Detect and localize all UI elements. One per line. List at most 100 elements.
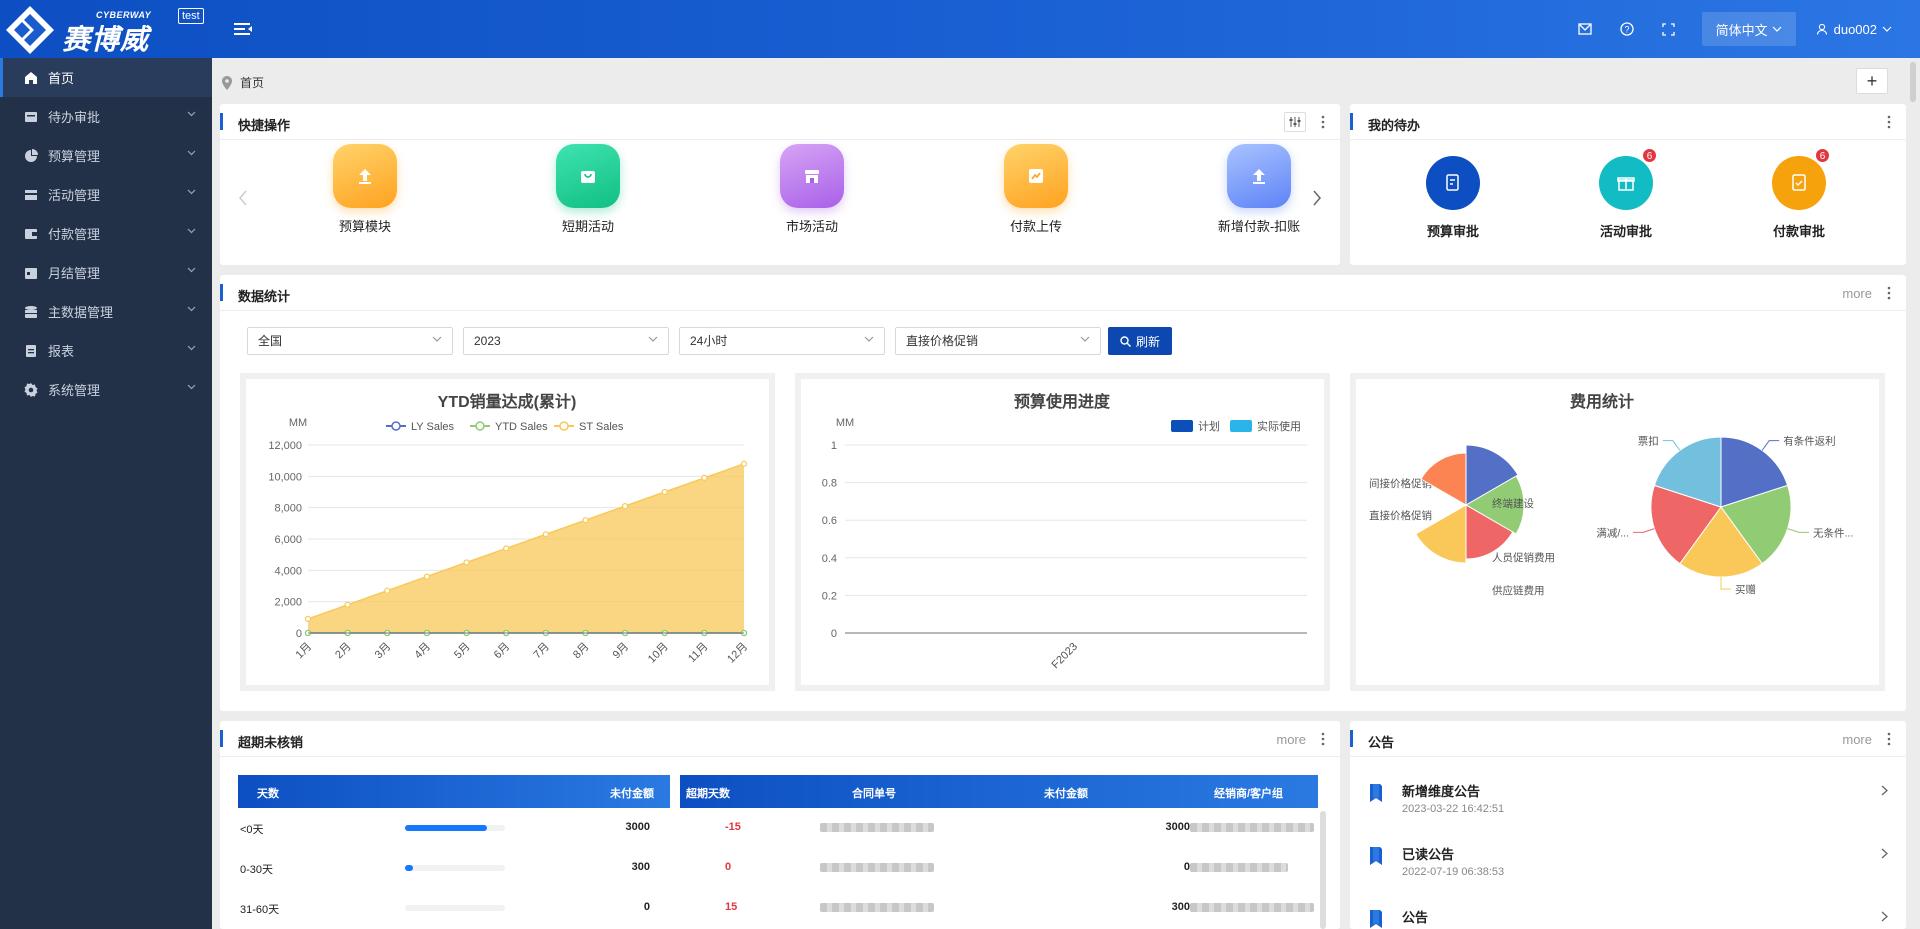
- stats-panel: 数据统计 more 全国 2023 24小时 直接价格促销 刷新 YTD销量达成…: [220, 275, 1906, 711]
- data-point: [582, 517, 589, 524]
- notice-item[interactable]: 已读公告 2022-07-19 06:38:53: [1350, 826, 1906, 888]
- username: duo002: [1833, 21, 1877, 37]
- quick-action-2[interactable]: 短期活动: [523, 144, 653, 235]
- legend-item[interactable]: YTD Sales: [470, 421, 548, 433]
- todo-item-1[interactable]: 预算审批: [1398, 156, 1508, 240]
- y-tick-label: 2,000: [274, 597, 302, 609]
- panel-header: 数据统计 more: [220, 275, 1906, 311]
- sidebar-item-1[interactable]: 首页: [0, 58, 212, 97]
- x-tick-label: 7月: [531, 641, 552, 662]
- sidebar-item-label: 付款管理: [48, 227, 101, 242]
- legend-item[interactable]: LY Sales: [386, 421, 455, 433]
- col-amount: 未付金额: [610, 788, 654, 800]
- quick-action-4[interactable]: 付款上传: [971, 144, 1101, 235]
- more-link[interactable]: more: [1276, 732, 1306, 747]
- chevron-down-icon: [187, 189, 196, 195]
- refresh-button[interactable]: 刷新: [1108, 327, 1172, 355]
- todo-item-label: 预算审批: [1426, 224, 1479, 239]
- panel-header: 公告 more: [1350, 721, 1906, 757]
- sidebar-item-6[interactable]: 月结管理: [0, 253, 212, 292]
- user-menu[interactable]: duo002: [1816, 22, 1892, 37]
- expense-pie-chart: 费用统计间接价格促销终端建设人员促销费用供应链费用直接价格促销有条件返利无条件.…: [1369, 392, 1853, 597]
- search-icon: [1120, 335, 1131, 347]
- slice-label: 无条件...: [1813, 526, 1853, 539]
- todo-item-2[interactable]: 6 活动审批: [1571, 148, 1681, 240]
- legend-item[interactable]: 计划: [1171, 420, 1220, 433]
- more-vertical-icon[interactable]: [1886, 284, 1892, 302]
- doc-edit-icon: [1426, 156, 1480, 210]
- sidebar-item-2[interactable]: 待办审批: [0, 97, 212, 136]
- type-select[interactable]: 直接价格促销: [895, 327, 1101, 355]
- sidebar-item-4[interactable]: 活动管理: [0, 175, 212, 214]
- bookmark-icon: [1370, 910, 1382, 928]
- legend-label: YTD Sales: [495, 421, 548, 433]
- quick-action-label: 付款上传: [1009, 219, 1062, 234]
- breadcrumb-current[interactable]: 首页: [240, 74, 264, 91]
- x-tick-label: F2023: [1050, 641, 1081, 672]
- data-point: [701, 474, 708, 482]
- quick-action-3[interactable]: 市场活动: [747, 144, 877, 235]
- more-vertical-icon[interactable]: [1320, 730, 1326, 748]
- report-icon: [24, 344, 38, 358]
- bookmark-icon: [1370, 847, 1382, 865]
- gift-icon: 6: [1599, 148, 1657, 210]
- todo-item-label: 活动审批: [1599, 224, 1652, 239]
- legend-item[interactable]: 实际使用: [1230, 419, 1301, 433]
- sidebar-item-5[interactable]: 付款管理: [0, 214, 212, 253]
- progress-fill: [405, 825, 487, 831]
- notice-item[interactable]: 新增维度公告 2023-03-22 16:42:51: [1350, 763, 1906, 825]
- progress-track: [405, 905, 505, 911]
- progress-track: [405, 865, 505, 871]
- page-scrollbar[interactable]: [1910, 62, 1916, 102]
- more-link[interactable]: more: [1842, 732, 1872, 747]
- year-select[interactable]: 2023: [463, 327, 669, 355]
- count-badge: 6: [1815, 148, 1830, 163]
- add-tab-button[interactable]: +: [1856, 68, 1888, 94]
- sidebar-item-3[interactable]: 预算管理: [0, 136, 212, 175]
- legend-item[interactable]: ST Sales: [554, 421, 624, 433]
- overdue-days-cell: 15: [725, 901, 738, 913]
- mail-icon[interactable]: [1576, 20, 1594, 38]
- menu-toggle-icon[interactable]: [232, 20, 254, 38]
- panel-header: 超期未核销 more: [220, 721, 1340, 757]
- help-icon[interactable]: ?: [1618, 20, 1636, 38]
- x-tick-label: 10月: [646, 641, 671, 666]
- more-vertical-icon[interactable]: [1886, 113, 1892, 131]
- table-scrollbar[interactable]: [1320, 811, 1326, 929]
- period-select[interactable]: 24小时: [679, 327, 885, 355]
- quick-action-5[interactable]: 新增付款-扣账: [1194, 144, 1324, 235]
- more-vertical-icon[interactable]: [1320, 113, 1326, 131]
- carousel-prev-icon[interactable]: [238, 190, 248, 206]
- breadcrumb-bar: 首页 +: [212, 58, 1920, 104]
- quick-action-label: 新增付款-扣账: [1217, 219, 1301, 234]
- todo-panel: 我的待办 预算审批 6 活动审批 6 付款审批: [1350, 104, 1906, 265]
- y-tick-label: 0.8: [822, 478, 837, 490]
- more-link[interactable]: more: [1842, 286, 1872, 301]
- notice-panel: 公告 more 新增维度公告 2023-03-22 16:42:51 已读公告 202…: [1350, 721, 1906, 929]
- budget-chart-box: 预算使用进度 MM 计划 实际使用 0 0.2 0.4 0.6 0.8 1 F2023: [795, 373, 1330, 691]
- sidebar-item-9[interactable]: 系统管理: [0, 370, 212, 409]
- upload-icon: [1227, 144, 1291, 208]
- sidebar-item-7[interactable]: 主数据管理: [0, 292, 212, 331]
- redacted-dealer: [1190, 823, 1314, 832]
- amount-cell: 0: [643, 901, 650, 913]
- label-line: [1720, 577, 1731, 590]
- payment-icon: [24, 227, 38, 241]
- data-point: [740, 460, 748, 467]
- notice-item[interactable]: 公告2022-07-19 06:30:17: [1350, 889, 1906, 929]
- progress-track: [405, 825, 505, 831]
- todo-item-3[interactable]: 6 付款审批: [1744, 148, 1854, 240]
- y-tick-label: 4,000: [274, 565, 302, 577]
- redacted-dealer: [1190, 863, 1288, 872]
- chart-title: YTD销量达成(累计): [438, 392, 577, 411]
- quick-action-1[interactable]: 预算模块: [300, 144, 430, 235]
- type-value: 直接价格促销: [906, 334, 979, 348]
- language-select[interactable]: 简体中文: [1701, 12, 1796, 46]
- settings-sliders-icon[interactable]: [1284, 112, 1306, 132]
- sidebar-item-8[interactable]: 报表: [0, 331, 212, 370]
- label-line: [1662, 440, 1681, 451]
- fullscreen-icon[interactable]: [1660, 20, 1678, 38]
- region-select[interactable]: 全国: [247, 327, 453, 355]
- more-vertical-icon[interactable]: [1886, 730, 1892, 748]
- slice-label: 买赠: [1735, 583, 1756, 596]
